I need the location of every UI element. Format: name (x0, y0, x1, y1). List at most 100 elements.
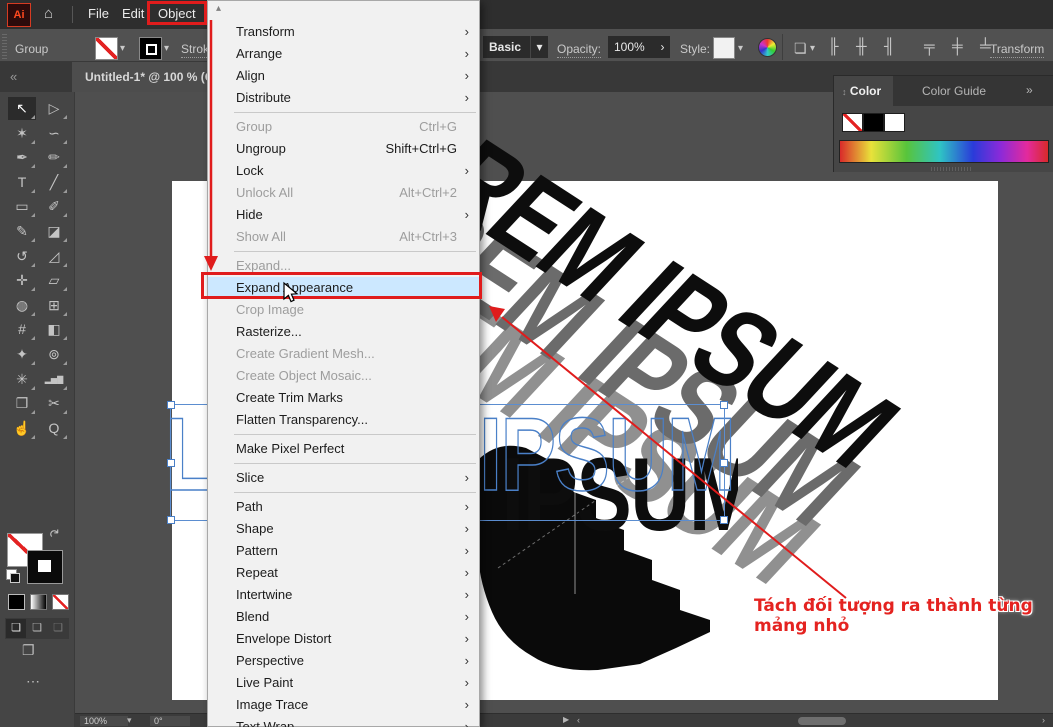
pen-tool[interactable]: ✒ (8, 146, 36, 169)
lasso-tool[interactable]: ∽ (40, 122, 68, 145)
stroke-color-swatch[interactable] (139, 37, 162, 60)
draw-behind-button[interactable]: ❏ (27, 619, 47, 638)
align-horizontal-right-icon[interactable]: ╢ (884, 38, 895, 55)
menu-item-align[interactable]: Align› (208, 65, 479, 87)
color-panel-resize-grip[interactable] (931, 167, 971, 171)
selection-handle[interactable] (720, 401, 728, 409)
blend-tool[interactable]: ⊚ (40, 343, 68, 366)
play-icon[interactable]: ▶ (563, 715, 569, 724)
slice-tool[interactable]: ✂ (40, 392, 68, 415)
tab-color[interactable]: ↕ Color (834, 76, 893, 106)
menu-file[interactable]: File (88, 6, 109, 21)
rotate-tool[interactable]: ↺ (8, 245, 36, 268)
draw-normal-button[interactable]: ❏ (6, 619, 26, 638)
menu-item-hide[interactable]: Hide› (208, 204, 479, 226)
menu-item-create-object-mosaic[interactable]: Create Object Mosaic... (208, 365, 479, 387)
align-horizontal-left-icon[interactable]: ╟ (828, 38, 839, 55)
selection-handle[interactable] (720, 459, 728, 467)
panel-expand-icon[interactable]: » (1026, 83, 1033, 97)
paintbrush-tool[interactable]: ✐ (40, 195, 68, 218)
stroke-indicator[interactable] (27, 550, 63, 584)
magic-wand-tool[interactable]: ✶ (8, 122, 36, 145)
column-graph-tool[interactable]: ▂▅▇ (40, 368, 68, 391)
line-segment-tool[interactable]: ╱ (40, 171, 68, 194)
menu-item-transform[interactable]: Transform› (208, 21, 479, 43)
default-fill-stroke-icon[interactable] (6, 569, 17, 580)
hand-tool[interactable]: ☝ (8, 417, 36, 440)
symbol-sprayer-tool[interactable]: ✳ (8, 368, 36, 391)
menu-scroll-up-icon[interactable]: ▴ (216, 3, 221, 14)
menu-item-text-wrap[interactable]: Text Wrap› (208, 716, 479, 727)
scale-tool[interactable]: ◿ (40, 245, 68, 268)
menu-item-show-all[interactable]: Show AllAlt+Ctrl+3 (208, 226, 479, 248)
swap-fill-stroke-icon[interactable]: ↷ (46, 524, 65, 543)
menu-item-slice[interactable]: Slice› (208, 467, 479, 489)
fill-dropdown-icon[interactable]: ▾ (120, 43, 125, 54)
menu-item-perspective[interactable]: Perspective› (208, 650, 479, 672)
screen-mode-icon[interactable]: ❐ (22, 642, 35, 659)
gradient-button[interactable] (30, 594, 47, 610)
align-horizontal-center-icon[interactable]: ╫ (856, 38, 867, 55)
curvature-tool[interactable]: ✏ (40, 146, 68, 169)
stroke-dropdown-icon[interactable]: ▾ (164, 43, 169, 54)
selection-handle[interactable] (167, 401, 175, 409)
gradient-tool[interactable]: ◧ (40, 318, 68, 341)
appearance-dropdown-icon[interactable]: ▾ (530, 36, 548, 58)
opacity-label[interactable]: Opacity: (557, 42, 601, 58)
scroll-right-icon[interactable]: › (1042, 715, 1045, 725)
selection-handle[interactable] (720, 516, 728, 524)
zoom-level-field[interactable]: 100% (80, 716, 128, 726)
perspective-grid-tool[interactable]: ⊞ (40, 294, 68, 317)
opacity-input[interactable]: 100% (608, 36, 660, 58)
document-setup-dropdown-icon[interactable]: ▾ (810, 43, 815, 54)
zoom-dropdown-icon[interactable]: ▾ (127, 715, 132, 726)
align-vertical-top-icon[interactable]: ╤ (924, 38, 935, 55)
black-swatch[interactable] (863, 113, 884, 132)
artboard-tool[interactable]: ❐ (8, 392, 36, 415)
menu-item-lock[interactable]: Lock› (208, 160, 479, 182)
menu-item-repeat[interactable]: Repeat› (208, 562, 479, 584)
menu-item-rasterize[interactable]: Rasterize... (208, 321, 479, 343)
scroll-left-icon[interactable]: ‹ (577, 715, 580, 725)
panel-collapse-icon[interactable]: ↕ (842, 87, 847, 97)
transform-link[interactable]: Transform (990, 42, 1044, 58)
horizontal-scrollbar-thumb[interactable] (798, 717, 846, 725)
color-button[interactable] (8, 594, 25, 610)
style-swatch[interactable] (713, 37, 735, 59)
free-transform-tool[interactable]: ▱ (40, 269, 68, 292)
eyedropper-tool[interactable]: ✦ (8, 343, 36, 366)
menu-item-make-pixel-perfect[interactable]: Make Pixel Perfect (208, 438, 479, 460)
rectangle-tool[interactable]: ▭ (8, 195, 36, 218)
zoom-tool[interactable]: Q (40, 417, 68, 440)
menu-item-ungroup[interactable]: UngroupShift+Ctrl+G (208, 138, 479, 160)
menu-edit[interactable]: Edit (122, 6, 144, 21)
menu-item-distribute[interactable]: Distribute› (208, 87, 479, 109)
selection-tool[interactable]: ↖ (8, 97, 36, 120)
none-button[interactable] (52, 594, 69, 610)
menu-item-pattern[interactable]: Pattern› (208, 540, 479, 562)
document-setup-icon[interactable]: ❏ (794, 40, 807, 57)
shaper-tool[interactable]: ✎ (8, 220, 36, 243)
illustrator-logo[interactable]: Ai (7, 3, 31, 27)
menu-item-intertwine[interactable]: Intertwine› (208, 584, 479, 606)
edit-toolbar-icon[interactable]: ⋯ (26, 673, 40, 690)
menu-item-image-trace[interactable]: Image Trace› (208, 694, 479, 716)
direct-selection-tool[interactable]: ▷ (40, 97, 68, 120)
home-icon[interactable]: ⌂ (44, 5, 53, 22)
menu-item-crop-image[interactable]: Crop Image (208, 299, 479, 321)
menu-item-create-gradient-mesh[interactable]: Create Gradient Mesh... (208, 343, 479, 365)
menu-item-create-trim-marks[interactable]: Create Trim Marks (208, 387, 479, 409)
menu-item-group[interactable]: GroupCtrl+G (208, 116, 479, 138)
style-dropdown-icon[interactable]: ▾ (738, 43, 743, 54)
color-spectrum-bar[interactable] (839, 140, 1049, 163)
menu-item-envelope-distort[interactable]: Envelope Distort› (208, 628, 479, 650)
tab-color-guide[interactable]: Color Guide (912, 76, 996, 106)
selection-handle[interactable] (167, 459, 175, 467)
collapse-panels-icon[interactable]: « (10, 69, 17, 84)
selection-handle[interactable] (167, 516, 175, 524)
menu-item-live-paint[interactable]: Live Paint› (208, 672, 479, 694)
align-vertical-center-icon[interactable]: ╪ (952, 38, 963, 55)
width-tool[interactable]: ✛ (8, 269, 36, 292)
menu-item-unlock-all[interactable]: Unlock AllAlt+Ctrl+2 (208, 182, 479, 204)
controlbar-grip[interactable] (2, 33, 7, 59)
